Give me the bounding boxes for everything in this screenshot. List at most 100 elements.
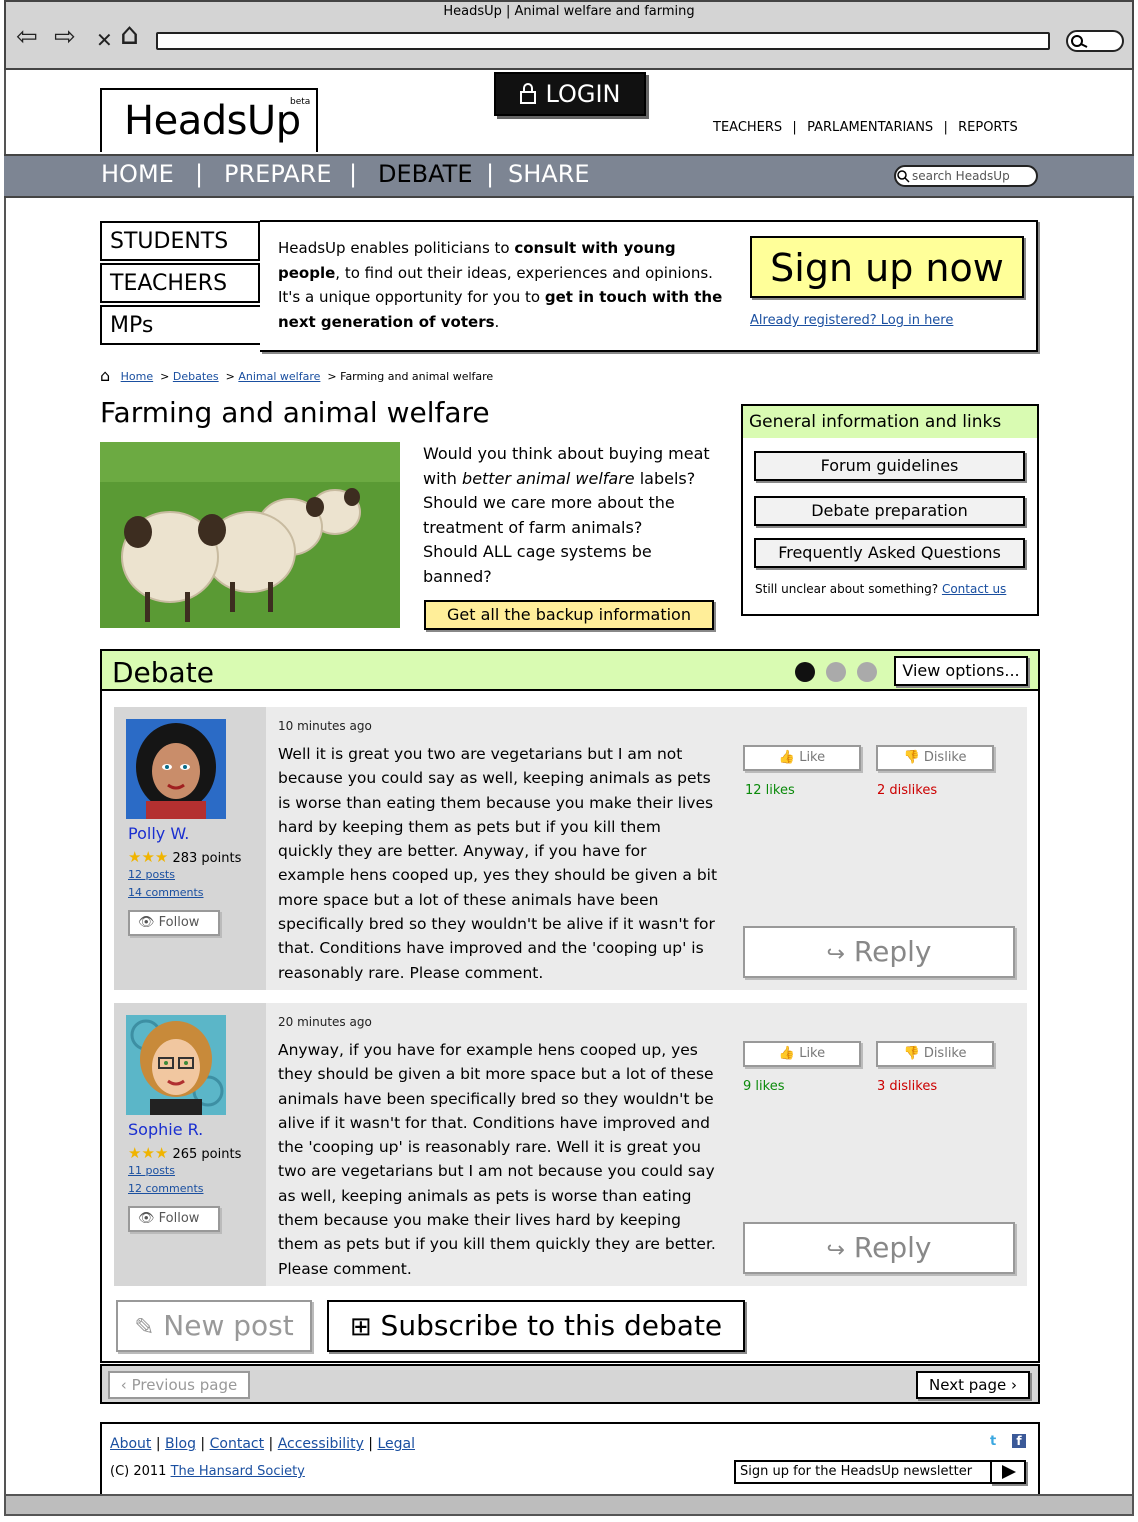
footer-link-legal[interactable]: Legal (377, 1436, 415, 1452)
footer-link-accessibility[interactable]: Accessibility (278, 1436, 364, 1452)
role-tab-teachers[interactable]: TEACHERS (100, 263, 260, 303)
browser-search-field[interactable] (1066, 30, 1124, 52)
like-count: 12 likes (745, 783, 795, 798)
like-count: 9 likes (743, 1079, 785, 1094)
author-name[interactable]: Sophie R. (128, 1120, 203, 1139)
window-title: HeadsUp | Animal welfare and farming (443, 4, 695, 19)
nav-separator: | (195, 160, 204, 188)
reply-button[interactable]: ↪ Reply (743, 926, 1015, 978)
backup-info-button[interactable]: Get all the backup information (424, 600, 714, 630)
author-comments-link[interactable]: 12 comments (128, 1182, 204, 1195)
thumbs-up-icon: 👍 (778, 750, 796, 765)
footer-link-about[interactable]: About (110, 1436, 151, 1452)
follow-button[interactable]: 👁 Follow (128, 910, 220, 936)
post-body: Anyway, if you have for example hens coo… (278, 1041, 716, 1278)
breadcrumb-debates[interactable]: Debates (173, 370, 219, 383)
view-options-button[interactable]: View options... (894, 656, 1028, 686)
question-1: Would you think about buying meat with b… (423, 444, 710, 488)
avatar[interactable] (126, 719, 226, 819)
question-3: Should ALL cage systems be banned? (423, 542, 652, 586)
thumbs-up-icon: 👍 (778, 1046, 796, 1061)
eye-icon: 👁 (138, 1211, 155, 1226)
facebook-icon[interactable]: f (1012, 1434, 1026, 1448)
reply-icon: ↪ (826, 942, 845, 967)
author-posts-link[interactable]: 12 posts (128, 868, 175, 881)
post-time: 10 minutes ago (278, 719, 372, 733)
url-bar[interactable] (156, 32, 1050, 50)
carousel-dot[interactable] (826, 662, 846, 682)
footer-link-blog[interactable]: Blog (165, 1436, 196, 1452)
login-link[interactable]: Already registered? Log in here (750, 313, 953, 328)
role-tab-students[interactable]: STUDENTS (100, 221, 260, 261)
nav-home[interactable]: HOME (101, 160, 174, 188)
contact-link[interactable]: Contact us (942, 582, 1006, 596)
eye-icon: 👁 (138, 915, 155, 930)
logo[interactable]: HeadsUp (124, 98, 301, 144)
hansard-society-link[interactable]: The Hansard Society (171, 1464, 305, 1479)
top-link-teachers[interactable]: TEACHERS (713, 120, 782, 135)
page-title: Farming and animal welfare (100, 396, 490, 429)
nav-separator: | (486, 160, 495, 188)
chevron-left-icon: ‹ (120, 1376, 127, 1394)
dislike-count: 2 dislikes (877, 783, 938, 798)
status-bar (4, 1494, 1134, 1516)
like-button[interactable]: 👍 Like (743, 1041, 861, 1067)
debate-title: Debate (112, 656, 214, 689)
login-label: LOGIN (545, 80, 621, 108)
search-icon (897, 170, 910, 183)
home-icon[interactable]: ⌂ (120, 20, 139, 50)
nav-debate[interactable]: DEBATE (378, 160, 473, 188)
post-time: 20 minutes ago (278, 1015, 372, 1029)
footer-link-contact[interactable]: Contact (210, 1436, 264, 1452)
author-name[interactable]: Polly W. (128, 824, 189, 843)
close-icon[interactable]: ✕ (96, 27, 113, 53)
star-icon: ★★★ (128, 1144, 169, 1162)
avatar[interactable] (126, 1015, 226, 1115)
author-comments-link[interactable]: 14 comments (128, 886, 204, 899)
dislike-button[interactable]: 👎 Dislike (876, 745, 994, 771)
next-page-button[interactable]: Next page › (916, 1371, 1030, 1399)
reply-icon: ↪ (826, 1238, 845, 1263)
carousel-dot-active[interactable] (795, 662, 815, 682)
role-tab-mps[interactable]: MPs (100, 305, 260, 345)
faq-button[interactable]: Frequently Asked Questions (754, 538, 1025, 568)
back-icon[interactable]: ⇦ (16, 24, 38, 50)
login-button[interactable]: LOGIN (494, 72, 646, 116)
debate-preparation-button[interactable]: Debate preparation (754, 496, 1025, 526)
nav-prepare[interactable]: PREPARE (224, 160, 332, 188)
newsletter-input[interactable]: Sign up for the HeadsUp newsletter (734, 1460, 992, 1484)
search-icon (1071, 35, 1088, 48)
lock-icon (520, 83, 537, 104)
home-icon[interactable]: ⌂ (100, 366, 110, 385)
topic-questions: Would you think about buying meat with b… (423, 442, 723, 589)
top-link-parlamentarians[interactable]: PARLAMENTARIANS (807, 120, 933, 135)
author-rating: ★★★ 283 points (128, 848, 242, 866)
post-body: Well it is great you two are vegetarians… (278, 745, 718, 982)
breadcrumb: ⌂ Home > Debates > Animal welfare > Farm… (100, 366, 494, 385)
subscribe-button[interactable]: ⊞ Subscribe to this debate (327, 1300, 745, 1352)
twitter-icon[interactable]: t (990, 1434, 996, 1449)
info-heading: General information and links (743, 406, 1037, 438)
new-post-button[interactable]: ✎ New post (116, 1300, 312, 1352)
reply-button[interactable]: ↪ Reply (743, 1222, 1015, 1274)
dislike-button[interactable]: 👎 Dislike (876, 1041, 994, 1067)
carousel-dot[interactable] (857, 662, 877, 682)
thumbs-down-icon: 👎 (903, 750, 920, 765)
breadcrumb-animal-welfare[interactable]: Animal welfare (238, 370, 320, 383)
beta-badge: beta (290, 97, 311, 107)
breadcrumb-home[interactable]: Home (121, 370, 153, 383)
nav-share[interactable]: SHARE (508, 160, 590, 188)
forward-icon[interactable]: ⇨ (54, 24, 76, 50)
forum-guidelines-button[interactable]: Forum guidelines (754, 451, 1025, 481)
search-input[interactable]: search HeadsUp (894, 165, 1038, 187)
follow-button[interactable]: 👁 Follow (128, 1206, 220, 1232)
author-rating: ★★★ 265 points (128, 1144, 242, 1162)
top-link-reports[interactable]: REPORTS (958, 120, 1018, 135)
author-posts-link[interactable]: 11 posts (128, 1164, 175, 1177)
newsletter-submit-button[interactable] (990, 1460, 1026, 1484)
like-button[interactable]: 👍 Like (743, 745, 861, 771)
top-links: TEACHERS | PARLAMENTARIANS | REPORTS (713, 120, 1018, 135)
previous-page-button[interactable]: ‹ Previous page (108, 1371, 250, 1399)
question-2: Should we care more about the treatment … (423, 493, 675, 537)
signup-button[interactable]: Sign up now (750, 236, 1024, 298)
